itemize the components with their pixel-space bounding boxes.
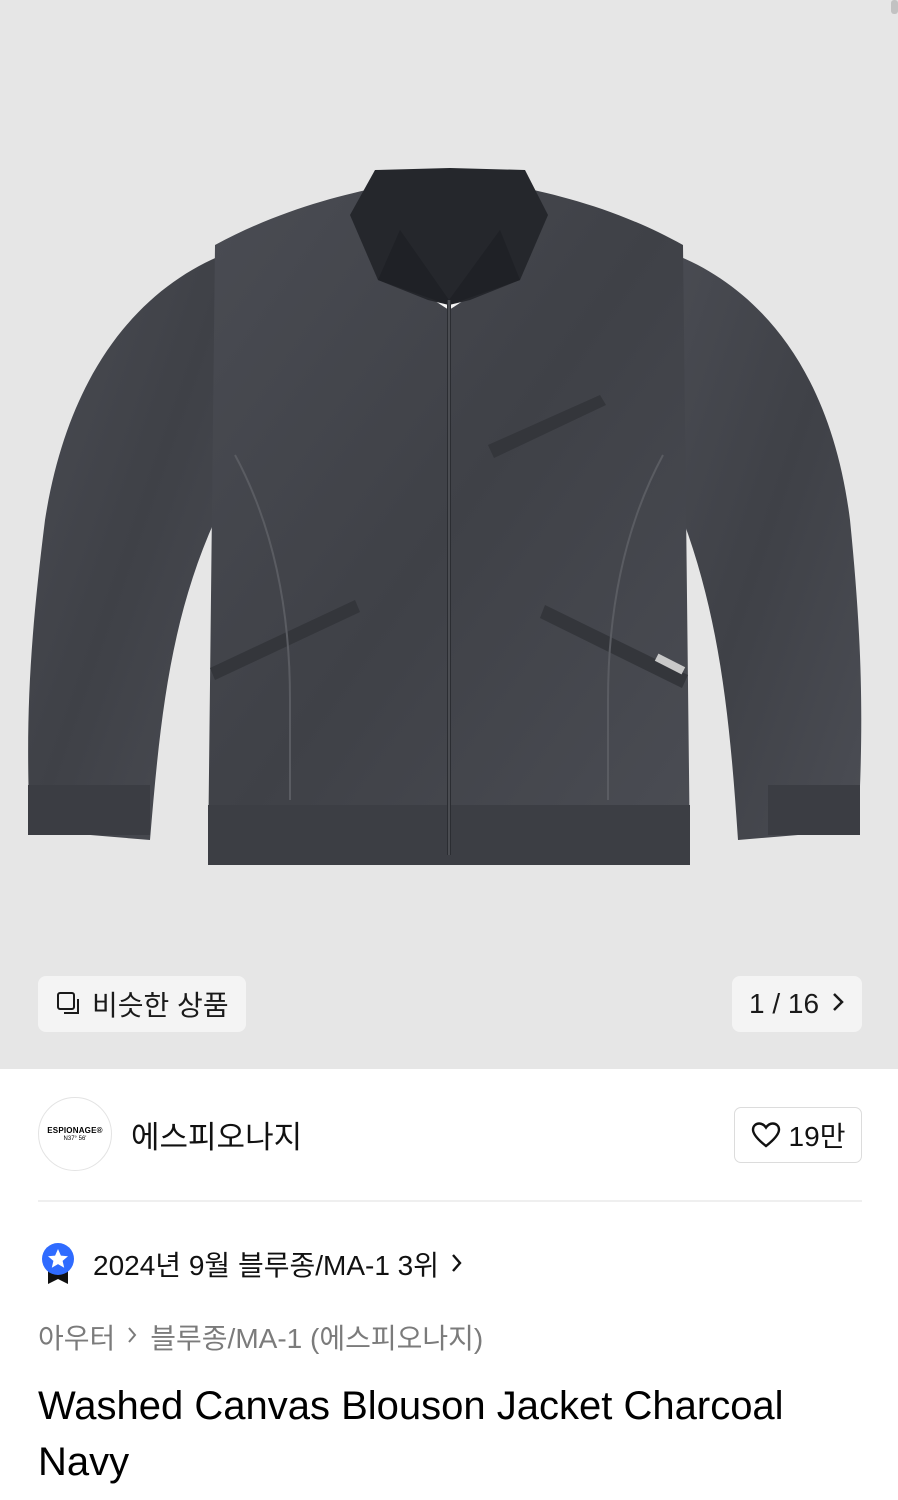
chevron-right-icon [831, 988, 845, 1020]
ranking-link[interactable]: 2024년 9월 블루종/MA-1 3위 [40, 1240, 463, 1288]
image-counter-button[interactable]: 1 / 16 [732, 976, 862, 1032]
chevron-right-icon [127, 1323, 138, 1351]
ranking-text: 2024년 9월 블루종/MA-1 3위 [93, 1250, 440, 1281]
product-image [28, 168, 862, 865]
chevron-right-icon [451, 1248, 463, 1280]
product-image-carousel[interactable]: 비슷한 상품 1 / 16 [0, 0, 898, 1069]
like-button[interactable]: 19만 [734, 1107, 862, 1163]
image-counter: 1 / 16 [748, 988, 820, 1019]
breadcrumb-item-outer[interactable]: 아우터 [38, 1317, 115, 1357]
divider [38, 1200, 862, 1202]
badge-star-icon [42, 1243, 74, 1284]
similar-products-label: 비슷한 상품 [92, 990, 229, 1021]
product-title: Washed Canvas Blouson Jacket Charcoal Na… [38, 1384, 784, 1484]
brand-logo-subtext: N37° 56' [63, 1136, 87, 1142]
brand-row[interactable]: ESPIONAGE® N37° 56' 에스피오나지 19만 [38, 1096, 862, 1172]
copy-icon [57, 992, 79, 1014]
breadcrumb-item-category[interactable]: 블루종/MA-1 (에스피오나지) [150, 1317, 483, 1357]
heart-icon [751, 1122, 780, 1148]
brand-logo-text: ESPIONAGE® [47, 1126, 103, 1135]
like-count: 19만 [788, 1121, 846, 1152]
breadcrumb: 아우터 블루종/MA-1 (에스피오나지) [38, 1316, 483, 1358]
brand-name[interactable]: 에스피오나지 [131, 1112, 302, 1157]
brand-logo[interactable]: ESPIONAGE® N37° 56' [38, 1097, 112, 1171]
similar-products-button[interactable]: 비슷한 상품 [38, 976, 246, 1032]
